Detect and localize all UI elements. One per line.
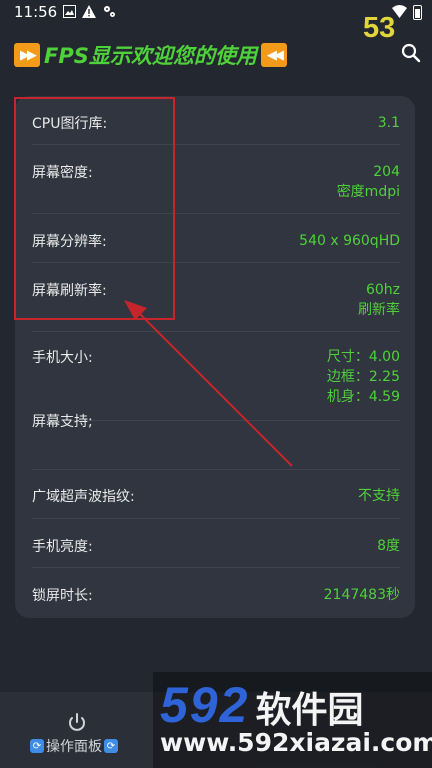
nav-tab-label: 操作面板	[46, 739, 102, 755]
row-label: 手机大小:	[32, 350, 93, 366]
divider	[32, 567, 400, 568]
search-button[interactable]	[400, 42, 422, 64]
watermark-url: www.592xiazai.com	[160, 728, 432, 757]
row-label: 锁屏时长:	[32, 588, 93, 604]
refresh-icon: ⟳	[104, 739, 118, 753]
rewind-icon: ◀◀	[260, 43, 287, 67]
watermark-brand: 软件园	[255, 690, 364, 731]
warning-icon	[82, 4, 96, 18]
fast-forward-icon: ▶▶	[14, 43, 40, 67]
row-value: 60hz 刷新率	[358, 282, 400, 318]
row-value: 540 x 960qHD	[299, 233, 400, 249]
battery-icon	[413, 5, 422, 20]
info-row-lock-timeout: 锁屏时长: 2147483秒	[32, 585, 400, 605]
power-icon[interactable]	[66, 712, 88, 734]
row-value: 3.1	[377, 115, 400, 131]
row-value: 8度	[377, 538, 400, 554]
status-icons	[62, 4, 116, 18]
page-title: FPS显示欢迎您的使用	[44, 44, 257, 68]
app-header: ▶▶ FPS显示欢迎您的使用 ◀◀	[14, 40, 314, 70]
divider	[32, 469, 400, 470]
image-icon	[62, 4, 76, 18]
row-label: 手机亮度:	[32, 539, 93, 555]
status-right	[392, 3, 422, 22]
info-row-screen-support: 屏幕支持;	[32, 411, 400, 431]
watermark-number: 592	[160, 677, 250, 733]
row-value: 2147483秒	[323, 587, 400, 603]
fps-counter: 53	[363, 12, 396, 44]
info-row-fingerprint: 广域超声波指纹: 不支持	[32, 486, 400, 506]
divider	[32, 518, 400, 519]
refresh-icon: ⟳	[30, 739, 44, 753]
row-label: 广域超声波指纹:	[32, 489, 135, 505]
annotation-highlight-box	[14, 97, 175, 320]
row-value: 尺寸：4.00 边框：2.25 机身：4.59	[326, 349, 400, 405]
divider	[32, 331, 400, 332]
row-value: 不支持	[358, 488, 400, 504]
gear-icon	[102, 4, 116, 18]
search-icon	[401, 43, 421, 63]
nav-tab-panel[interactable]: ⟳ 操作面板 ⟳	[30, 736, 118, 756]
info-row-brightness: 手机亮度: 8度	[32, 536, 400, 556]
status-time: 11:56	[14, 3, 58, 21]
row-label: 屏幕支持;	[32, 414, 93, 430]
info-row-phone-size: 手机大小: 尺寸：4.00 边框：2.25 机身：4.59	[32, 347, 400, 407]
watermark-logo: 592 软件园	[160, 676, 363, 734]
row-value: 204 密度mdpi	[336, 164, 400, 200]
